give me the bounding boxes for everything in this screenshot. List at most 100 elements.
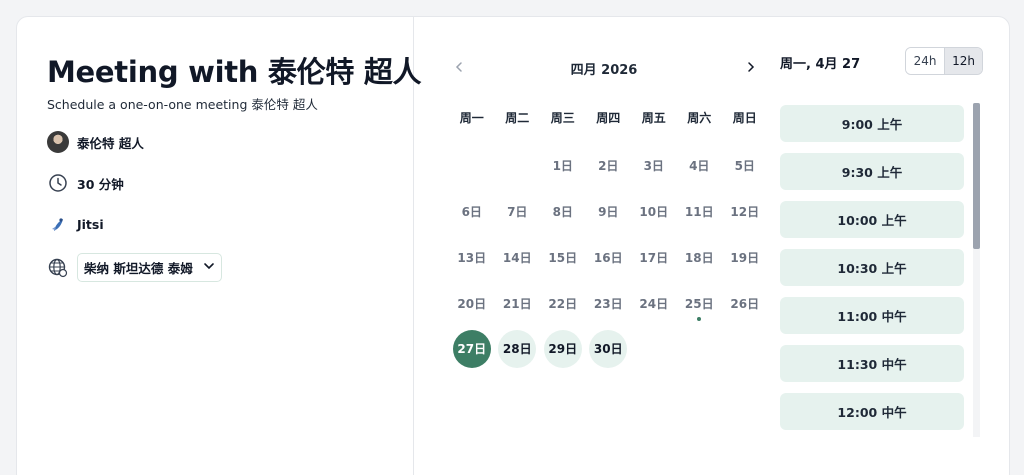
event-description: Schedule a one-on-one meeting 泰伦特 超人 (47, 97, 318, 112)
chevron-down-icon (203, 260, 215, 275)
time-slot-button[interactable]: 9:30 上午 (780, 153, 964, 190)
selected-date-label: 周一, 4月 27 (780, 57, 861, 72)
calendar-day-label: 14日 (502, 250, 532, 265)
calendar-day-label: 19日 (730, 250, 760, 265)
scrollbar-thumb[interactable] (973, 103, 980, 249)
calendar-day: 4日 (677, 142, 723, 188)
calendar-blank-cell (449, 142, 495, 188)
calendar-day-label: 15日 (548, 250, 578, 265)
timezone-select[interactable]: 柴纳 斯坦达德 泰姆 (77, 253, 222, 282)
calendar-day-label: 25日 (684, 296, 714, 311)
calendar-day-label: 4日 (689, 158, 710, 173)
timezone-row: 柴纳 斯坦达德 泰姆 (47, 253, 222, 282)
time-slot-button[interactable]: 9:00 上午 (780, 105, 964, 142)
calendar-day-label: 1日 (552, 158, 573, 173)
calendar-day-label: 9日 (598, 204, 619, 219)
location-text: Jitsi (77, 216, 104, 232)
calendar-day: 20日 (449, 280, 495, 326)
calendar-day-label: 7日 (507, 204, 528, 219)
calendar-day: 26日 (722, 280, 768, 326)
month-navigation: 四月 2026 (449, 57, 761, 78)
duration-text: 30 分钟 (77, 176, 124, 192)
host-row: 泰伦特 超人 (47, 131, 144, 153)
weekday-header: 周一 周二 周三 周四 周五 周六 周日 (449, 109, 768, 126)
calendar-day[interactable]: 28日 (495, 326, 541, 372)
jitsi-logo-icon (47, 213, 69, 235)
weekday-label: 周三 (550, 111, 575, 125)
chevron-right-icon (748, 62, 755, 72)
calendar-day-label: 21日 (502, 296, 532, 311)
calendar-day: 19日 (722, 234, 768, 280)
calendar-day-label: 22日 (548, 296, 578, 311)
calendar-day: 12日 (722, 188, 768, 234)
calendar-day: 24日 (631, 280, 677, 326)
calendar-day: 3日 (631, 142, 677, 188)
time-slot-button[interactable]: 10:30 上午 (780, 249, 964, 286)
format-12h-button[interactable]: 12h (944, 48, 982, 74)
avatar (47, 131, 69, 153)
calendar-day-label: 10日 (639, 204, 669, 219)
format-24h-button[interactable]: 24h (906, 48, 944, 74)
weekday-label: 周日 (732, 111, 757, 125)
calendar-day: 15日 (540, 234, 586, 280)
calendar-day: 5日 (722, 142, 768, 188)
month-label: 四月 2026 (570, 63, 638, 78)
next-month-button[interactable] (741, 57, 761, 77)
calendar-day: 21日 (495, 280, 541, 326)
calendar-day[interactable]: 29日 (540, 326, 586, 372)
time-format-toggle: 24h 12h (905, 47, 983, 75)
calendar-day-label: 17日 (639, 250, 669, 265)
weekday-label: 周一 (459, 111, 484, 125)
calendar-day-label: 13日 (457, 250, 487, 265)
chevron-left-icon (455, 62, 462, 72)
calendar-day-label: 12日 (730, 204, 760, 219)
weekday-label: 周五 (641, 111, 666, 125)
slots-scrollbar[interactable] (973, 103, 980, 437)
calendar-day: 7日 (495, 188, 541, 234)
calendar-day: 17日 (631, 234, 677, 280)
calendar-grid: 1日 2日 3日 4日 5日 6日 7日 8日 9日 10日 11日 12日 13日 14日 15日 16日 1… (449, 142, 769, 372)
calendar-day-label: 3日 (643, 158, 664, 173)
calendar-day-label: 26日 (730, 296, 760, 311)
calendar-day: 1日 (540, 142, 586, 188)
time-slot-list: 9:00 上午 9:30 上午 10:00 上午 10:30 上午 11:00 … (780, 105, 964, 441)
calendar-day: 14日 (495, 234, 541, 280)
duration-row: 30 分钟 (47, 172, 124, 194)
calendar-day[interactable]: 30日 (586, 326, 632, 372)
calendar-day: 2日 (586, 142, 632, 188)
calendar-day-label: 18日 (684, 250, 714, 265)
time-slot-button[interactable]: 12:00 中午 (780, 393, 964, 430)
calendar-day-label: 5日 (734, 158, 755, 173)
today-indicator-dot (697, 317, 702, 321)
calendar-day: 23日 (586, 280, 632, 326)
calendar-day: 9日 (586, 188, 632, 234)
calendar-day-label: 8日 (552, 204, 573, 219)
calendar-day: 13日 (449, 234, 495, 280)
time-slots-panel: 周一, 4月 27 24h 12h 9:00 上午 9:30 上午 10:00 … (763, 17, 1009, 475)
globe-icon (47, 257, 69, 279)
calendar-day-label: 23日 (593, 296, 623, 311)
calendar-day: 8日 (540, 188, 586, 234)
time-slot-button[interactable]: 11:00 中午 (780, 297, 964, 334)
time-slot-button[interactable]: 10:00 上午 (780, 201, 964, 238)
weekday-label: 周二 (505, 111, 530, 125)
time-slot-button[interactable]: 11:30 中午 (780, 345, 964, 382)
event-info-panel: Meeting with 泰伦特 超人 Schedule a one-on-on… (17, 17, 422, 475)
calendar-day: 6日 (449, 188, 495, 234)
calendar-day: 11日 (677, 188, 723, 234)
calendar-blank-cell (495, 142, 541, 188)
calendar-panel: 四月 2026 周一 周二 周三 周四 周五 周六 周日 1日 2日 3日 4日 5日 6… (415, 17, 763, 475)
location-row: Jitsi (47, 213, 104, 235)
calendar-day: 18日 (677, 234, 723, 280)
calendar-day-label: 30日 (589, 330, 628, 368)
calendar-day-label: 28日 (498, 330, 537, 368)
clock-icon (47, 172, 69, 194)
calendar-day-label: 24日 (639, 296, 669, 311)
calendar-day: 10日 (631, 188, 677, 234)
calendar-day: 16日 (586, 234, 632, 280)
weekday-label: 周四 (596, 111, 621, 125)
prev-month-button[interactable] (449, 57, 469, 77)
calendar-day: 25日 (677, 280, 723, 326)
page-title: Meeting with 泰伦特 超人 (47, 55, 422, 89)
calendar-day-selected[interactable]: 27日 (449, 326, 495, 372)
